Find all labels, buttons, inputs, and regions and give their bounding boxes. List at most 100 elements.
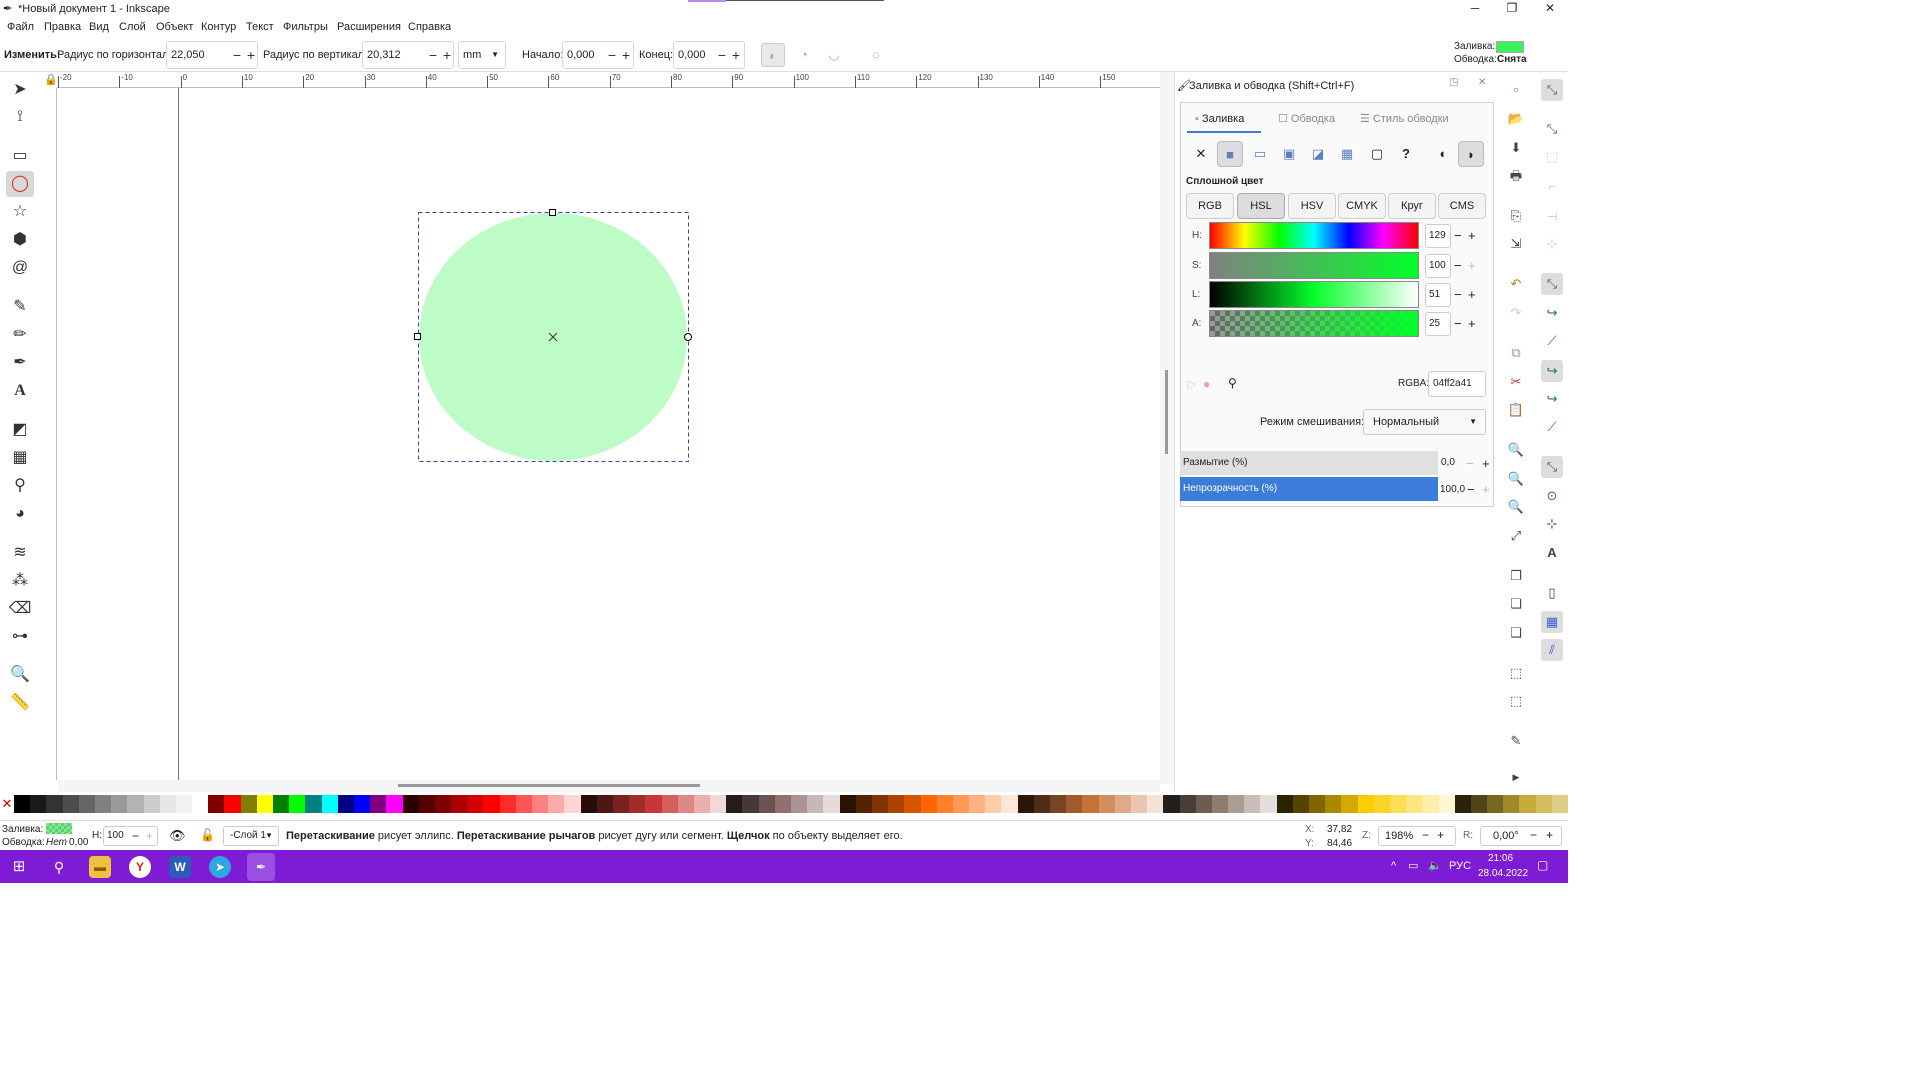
palette-swatch[interactable] [127,795,144,813]
eraser-tool-icon[interactable]: ⌫ [6,596,34,622]
palette-swatch[interactable] [855,795,872,813]
menu-help[interactable]: Справка [408,21,451,33]
vertical-scrollbar[interactable] [1160,72,1174,784]
palette-swatch[interactable] [969,795,986,813]
palette-swatch[interactable] [62,795,79,813]
palette-swatch[interactable] [1179,795,1196,813]
palette-swatch[interactable] [548,795,565,813]
palette-swatch[interactable] [418,795,435,813]
notifications-icon[interactable]: ▢ [1537,858,1548,872]
mode-hsv-button[interactable]: HSV [1288,193,1336,219]
search-icon[interactable]: ⚲ [48,856,70,878]
mode-wheel-button[interactable]: Круг [1388,193,1436,219]
fill-indicator-swatch[interactable] [1496,41,1524,53]
node-tool-icon[interactable]: ⟟ [6,104,34,130]
snap-page-icon[interactable]: ▯ [1541,582,1563,604]
cut-icon[interactable]: ✂ [1505,371,1527,393]
start-plus-button[interactable]: + [619,44,633,66]
palette-swatch[interactable] [337,795,354,813]
palette-swatch[interactable] [1487,795,1504,813]
unit-select[interactable]: mm ▼ [458,41,506,69]
windows-start-icon[interactable]: ⊞ [8,856,30,878]
tab-fill[interactable]: ▪ Заливка [1187,109,1261,133]
pencil-tool-icon[interactable]: ✏ [6,322,34,348]
palette-swatch[interactable] [1001,795,1018,813]
s-plus-button[interactable]: + [1468,259,1476,273]
ry-plus-button[interactable]: + [440,44,454,66]
palette-swatch[interactable] [791,795,808,813]
group-icon[interactable]: ⬚ [1505,662,1527,684]
end-minus-button[interactable]: − [715,44,729,66]
palette-swatch[interactable] [1147,795,1164,813]
menu-extensions[interactable]: Расширения [337,21,401,33]
palette-swatch[interactable] [580,795,597,813]
h-value[interactable]: 129 [1425,224,1451,248]
ungroup-icon[interactable]: ⬚ [1505,690,1527,712]
palette-swatch[interactable] [710,795,727,813]
snap-cusp-icon[interactable]: ↪ [1541,360,1563,382]
vertical-scroll-thumb[interactable] [1165,370,1168,454]
rx-plus-button[interactable]: + [244,44,258,66]
tab-stroke-style[interactable]: ☰ Стиль обводки [1360,109,1449,133]
clock-date[interactable]: 28.04.2022 [1478,868,1528,879]
rgba-input[interactable]: 04ff2a41 [1428,371,1486,397]
palette-swatch[interactable] [823,795,840,813]
palette-swatch[interactable] [111,795,128,813]
language-indicator[interactable]: РУС [1449,860,1471,872]
copy-icon[interactable]: ⧉ [1505,342,1527,364]
inkscape-taskbar-icon[interactable]: ✒ [247,853,275,881]
a-plus-button[interactable]: + [1468,317,1476,331]
palette-swatch[interactable] [208,795,225,813]
h-plus-button[interactable]: + [1468,229,1476,243]
xml-editor-icon[interactable]: ✎ [1505,730,1527,752]
rotation-minus-button[interactable]: − [1530,828,1537,842]
layer-select[interactable]: -Слой 1 ▼ [223,826,279,846]
snap-bbox-mid-icon[interactable]: ⊣ [1541,206,1563,228]
blur-value[interactable]: 0,0 [1441,457,1455,468]
layer-lock-icon[interactable]: 🔓 [200,828,215,842]
menu-layer[interactable]: Слой [119,21,146,33]
status-fill-swatch[interactable] [46,823,72,834]
spray-tool-icon[interactable]: ⁂ [6,568,34,594]
palette-swatch[interactable] [175,795,193,813]
snap-bbox-icon[interactable]: ⤡ [1541,118,1563,140]
gradient-tool-icon[interactable]: ◩ [6,417,34,443]
status-opacity-plus-button[interactable]: + [146,829,153,843]
palette-swatch[interactable] [1130,795,1148,813]
a-value[interactable]: 25 [1425,312,1451,336]
hue-slider[interactable] [1209,222,1419,249]
import-icon[interactable]: ⎘ [1505,205,1527,227]
palette-swatch[interactable] [78,795,95,813]
spiral-tool-icon[interactable]: @ [6,255,34,281]
snap-centers-icon[interactable]: ⊙ [1541,485,1563,507]
palette-swatch[interactable] [321,795,338,813]
rx-handle[interactable] [414,333,421,340]
alpha-slider[interactable] [1209,310,1419,337]
palette-swatch[interactable] [515,795,532,813]
minimize-button[interactable]: ─ [1457,0,1493,18]
telegram-icon[interactable]: ➤ [209,856,231,878]
zoom-selection-icon[interactable]: 🔍 [1505,439,1527,461]
palette-swatch[interactable] [289,795,306,813]
box3d-tool-icon[interactable]: ⬢ [6,227,34,253]
text-tool-icon[interactable]: A [6,378,34,404]
no-paint-icon[interactable]: ✕ [1188,141,1214,167]
palette-swatch[interactable] [1211,795,1229,813]
palette-swatch[interactable] [564,795,581,813]
more-commands-icon[interactable]: ▶ [1505,766,1527,788]
snap-midpoints-icon[interactable]: ⟋ [1541,416,1563,438]
palette-swatch[interactable] [677,795,694,813]
palette-swatch[interactable] [1244,795,1261,813]
palette-swatch[interactable] [402,795,419,813]
palette-swatch[interactable] [1066,795,1083,813]
no-color-swatch-icon[interactable]: ✕ [0,795,14,813]
s-value[interactable]: 100 [1425,254,1451,278]
arc-icon[interactable]: ◡ [822,43,846,67]
palette-swatch[interactable] [1325,795,1342,813]
mode-cms-button[interactable]: CMS [1438,193,1486,219]
palette-swatch[interactable] [532,795,549,813]
start-minus-button[interactable]: − [605,44,619,66]
snap-nodes-icon[interactable]: ⤡ [1541,273,1563,295]
palette-swatch[interactable] [952,795,970,813]
palette-swatch[interactable] [386,795,403,813]
